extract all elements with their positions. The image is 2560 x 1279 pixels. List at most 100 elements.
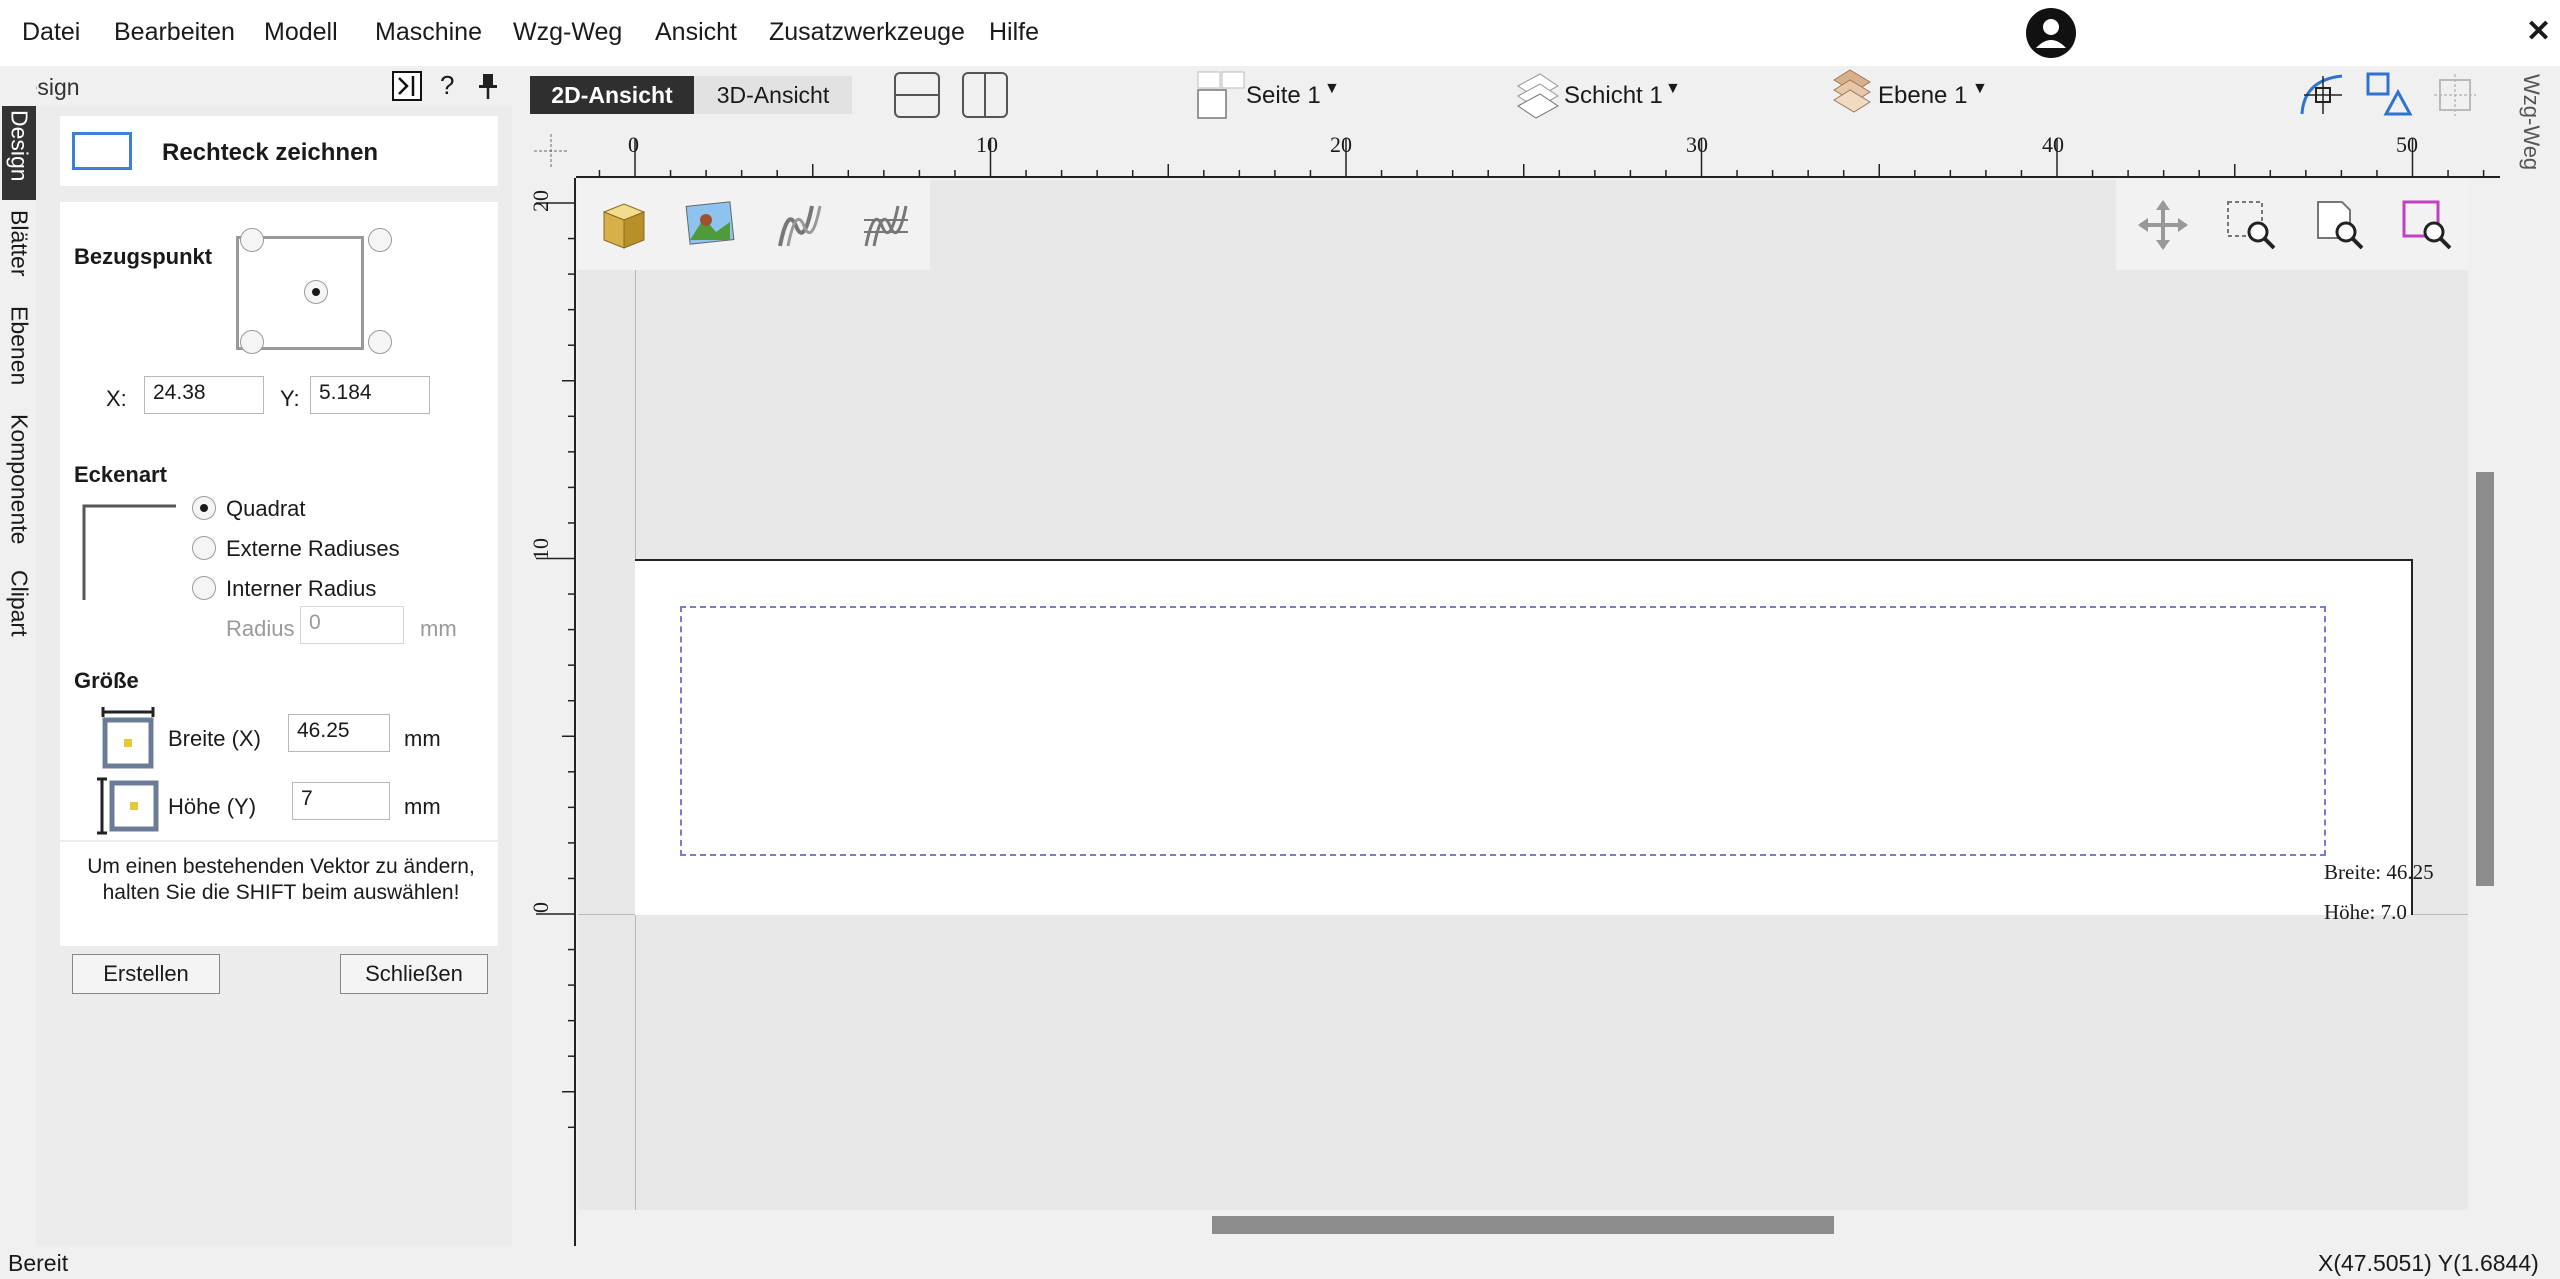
chevron-down-icon[interactable]: ▼ <box>1324 80 1340 98</box>
status-bar: Bereit X(47.5051) Y(1.6844) <box>0 1246 2560 1279</box>
menu-modell[interactable]: Modell <box>264 18 338 47</box>
radius-unit: mm <box>420 616 457 641</box>
height-label: Höhe (Y) <box>168 794 257 819</box>
view-toolbar: 2D-Ansicht 3D-Ansicht Seite 1 ▼ Schicht … <box>512 66 2532 124</box>
shift-hint: Um einen bestehenden Vektor zu ändern, h… <box>87 855 475 904</box>
menu-datei[interactable]: Datei <box>22 18 80 47</box>
width-readout: Breite: 46.25 <box>2324 860 2434 884</box>
left-tab-strip: Design Blätter Ebenen Komponente Clipart <box>0 66 36 1246</box>
3d-model-icon[interactable] <box>598 198 650 252</box>
layer-icon <box>1517 73 1559 119</box>
chevron-down-icon[interactable]: ▼ <box>1972 80 1988 98</box>
corner-internal-label[interactable]: Interner Radius <box>226 576 376 602</box>
layer-selector[interactable]: Schicht 1 <box>1564 82 1663 110</box>
level-selector[interactable]: Ebene 1 <box>1878 82 1967 110</box>
width-unit: mm <box>404 726 441 751</box>
create-button[interactable]: Erstellen <box>72 954 220 994</box>
drawing-canvas[interactable]: Breite: 46.25 Höhe: 7.0 <box>578 180 2468 1210</box>
ruler-left-label-0: 0 <box>528 902 553 913</box>
ruler-origin-icon[interactable] <box>526 124 576 178</box>
reference-heading: Bezugspunkt <box>74 244 213 269</box>
reference-bottom-right[interactable] <box>368 330 392 354</box>
ruler-left-label-20: 20 <box>528 190 553 212</box>
design-panel: Rechteck zeichnen Bezugspunkt X: 24.38 Y… <box>36 106 512 1246</box>
height-icon <box>97 777 159 835</box>
chevron-down-icon[interactable]: ▼ <box>1665 80 1681 98</box>
zoom-selection-icon[interactable] <box>2400 198 2454 252</box>
reference-top-right[interactable] <box>368 228 392 252</box>
x-input[interactable]: 24.38 <box>144 376 264 414</box>
divider <box>60 840 498 842</box>
pin-icon[interactable] <box>476 72 500 100</box>
horizontal-scroll-track <box>578 1210 2468 1246</box>
size-heading: Größe <box>74 668 139 693</box>
horizontal-ruler: 0 10 20 30 40 50 <box>576 124 2500 178</box>
panel-splitter[interactable] <box>512 66 526 1246</box>
vertical-ruler: 20 10 0 <box>526 178 576 1246</box>
snap-node-icon[interactable] <box>2298 70 2348 120</box>
menu-zusatzwerkzeuge[interactable]: Zusatzwerkzeuge <box>769 18 965 47</box>
right-tab-strip: Wzg-Weg <box>2500 66 2560 1246</box>
reference-center[interactable] <box>304 280 328 304</box>
zoom-window-icon[interactable] <box>2224 198 2278 252</box>
horizontal-scroll-thumb[interactable] <box>1212 1216 1834 1234</box>
view-2d-tab[interactable]: 2D-Ansicht <box>530 76 694 114</box>
corner-external-label[interactable]: Externe Radiuses <box>226 536 400 562</box>
ruler-top-label-50: 50 <box>2396 132 2418 157</box>
reference-bottom-left[interactable] <box>240 330 264 354</box>
tab-clipart[interactable]: Clipart <box>2 566 36 716</box>
corner-square-radio[interactable] <box>192 496 216 520</box>
ruler-top-label-0: 0 <box>628 132 639 157</box>
help-icon[interactable]: ? <box>440 70 454 101</box>
split-vertical-icon[interactable] <box>962 72 1008 118</box>
ruler-top-label-30: 30 <box>1686 132 1708 157</box>
corner-preview-icon <box>82 504 176 600</box>
toolpath-multi-icon[interactable] <box>860 200 912 252</box>
y-input[interactable]: 5.184 <box>310 376 430 414</box>
vertical-scroll-thumb[interactable] <box>2476 472 2494 886</box>
split-horizontal-icon[interactable] <box>894 72 940 118</box>
snap-grid-icon[interactable] <box>2430 70 2480 120</box>
tool-header: Rechteck zeichnen <box>60 116 498 186</box>
tab-wzg-weg[interactable]: Wzg-Weg <box>2518 74 2544 170</box>
width-input[interactable]: 46.25 <box>288 714 390 752</box>
corner-square-label[interactable]: Quadrat <box>226 496 306 522</box>
tab-design[interactable]: Design <box>2 106 36 200</box>
menu-hilfe[interactable]: Hilfe <box>989 18 1039 47</box>
close-icon[interactable]: ✕ <box>2526 14 2551 49</box>
height-input[interactable]: 7 <box>292 782 390 820</box>
corner-internal-radio[interactable] <box>192 576 216 600</box>
y-label: Y: <box>280 386 300 411</box>
menu-wzg-weg[interactable]: Wzg-Weg <box>513 18 622 47</box>
corner-external-radio[interactable] <box>192 536 216 560</box>
tab-komponente[interactable]: Komponente <box>2 410 36 572</box>
vertical-scroll-track <box>2468 180 2500 1210</box>
snap-shape-icon[interactable] <box>2364 70 2414 120</box>
status-text: Bereit <box>8 1250 69 1276</box>
ruler-top-label-20: 20 <box>1330 132 1352 157</box>
rectangle-tool-icon <box>72 132 132 170</box>
user-account-icon[interactable] <box>2026 8 2076 58</box>
zoom-page-icon[interactable] <box>2312 198 2366 252</box>
tab-ebenen[interactable]: Ebenen <box>2 302 36 402</box>
menu-ansicht[interactable]: Ansicht <box>655 18 737 47</box>
toolpath-icon[interactable] <box>774 200 826 252</box>
menu-bearbeiten[interactable]: Bearbeiten <box>114 18 235 47</box>
menu-bar: Datei Bearbeiten Modell Maschine Wzg-Weg… <box>0 0 2560 66</box>
x-label: X: <box>106 386 127 411</box>
tool-title: Rechteck zeichnen <box>162 139 379 166</box>
image-import-icon[interactable] <box>684 200 736 248</box>
collapse-panel-icon[interactable] <box>392 71 422 101</box>
close-button[interactable]: Schließen <box>340 954 488 994</box>
quick-tools <box>578 180 930 270</box>
reference-top-left[interactable] <box>240 228 264 252</box>
pan-icon[interactable] <box>2136 198 2190 252</box>
ruler-top-label-40: 40 <box>2042 132 2064 157</box>
panel-header: Design ? <box>0 66 512 106</box>
page-selector[interactable]: Seite 1 <box>1246 82 1321 110</box>
view-3d-tab[interactable]: 3D-Ansicht <box>694 76 852 114</box>
rectangle-preview[interactable] <box>680 606 2326 856</box>
menu-maschine[interactable]: Maschine <box>375 18 482 47</box>
tab-blaetter[interactable]: Blätter <box>2 206 36 286</box>
radius-input[interactable]: 0 <box>300 606 404 644</box>
